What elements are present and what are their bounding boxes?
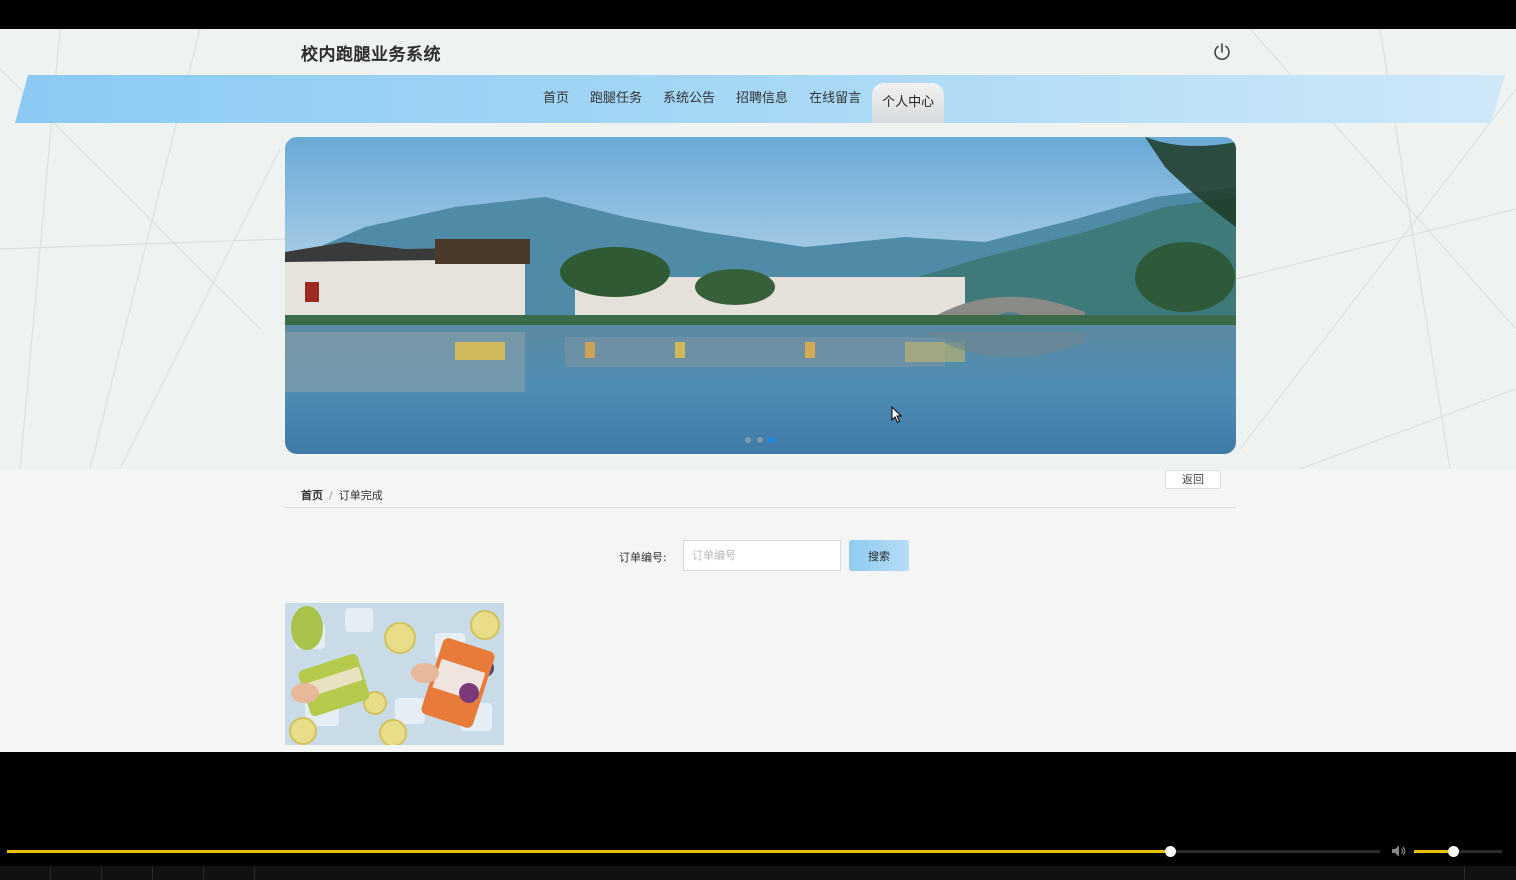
power-icon[interactable] [1211,41,1233,63]
breadcrumb-separator: / [329,489,333,502]
progress-fill [7,850,1170,853]
nav-item-recruitment[interactable]: 招聘信息 [726,75,798,123]
nav-item-personal-center[interactable]: 个人中心 [872,83,945,123]
breadcrumb-current: 订单完成 [338,489,383,502]
nav-item-home[interactable]: 首页 [533,75,579,123]
taskbar-cell[interactable] [102,866,153,880]
taskbar-cell[interactable] [1464,866,1516,880]
product-photo [285,603,504,745]
search-label: 订单编号: [619,551,667,564]
site-title: 校内跑腿业务系统 [301,45,441,65]
carousel-dot[interactable] [745,437,751,443]
carousel-dot[interactable] [757,437,763,443]
content-area: 返回 首页 / 订单完成 订单编号: 搜索 [0,469,1516,752]
banner-image [285,137,1236,454]
order-number-input[interactable] [683,540,841,571]
carousel-dot-active[interactable] [769,437,775,443]
nav-item-announcements[interactable]: 系统公告 [653,75,725,123]
nav-item-messages[interactable]: 在线留言 [799,75,871,123]
window-top-bar [0,0,1516,29]
main-nav: 首页 跑腿任务 系统公告 招聘信息 在线留言 个人中心 [533,75,945,123]
taskbar-cell[interactable] [204,866,255,880]
taskbar-cell[interactable] [153,866,204,880]
taskbar-cell[interactable] [51,866,102,880]
progress-knob[interactable] [1164,846,1176,857]
volume-fill [1414,850,1453,853]
breadcrumb: 首页 / 订单完成 [301,487,383,503]
back-button[interactable]: 返回 [1165,470,1221,489]
mouse-cursor-icon [891,406,903,424]
nav-item-errand-tasks[interactable]: 跑腿任务 [580,75,652,123]
speaker-icon[interactable] [1391,844,1407,858]
video-player-controls [0,752,1516,880]
volume-knob[interactable] [1447,846,1459,857]
taskbar-strip [0,866,1516,880]
search-button[interactable]: 搜索 [849,540,909,571]
carousel-dots [745,437,775,443]
taskbar-cell[interactable] [0,866,51,880]
banner-carousel[interactable] [285,137,1236,454]
web-page: 校内跑腿业务系统 首页 跑腿任务 系统公告 招聘信息 在线留言 个人中心 返回 … [0,29,1516,752]
breadcrumb-home[interactable]: 首页 [301,489,323,502]
breadcrumb-divider [285,507,1236,508]
order-product-image[interactable] [285,603,504,745]
